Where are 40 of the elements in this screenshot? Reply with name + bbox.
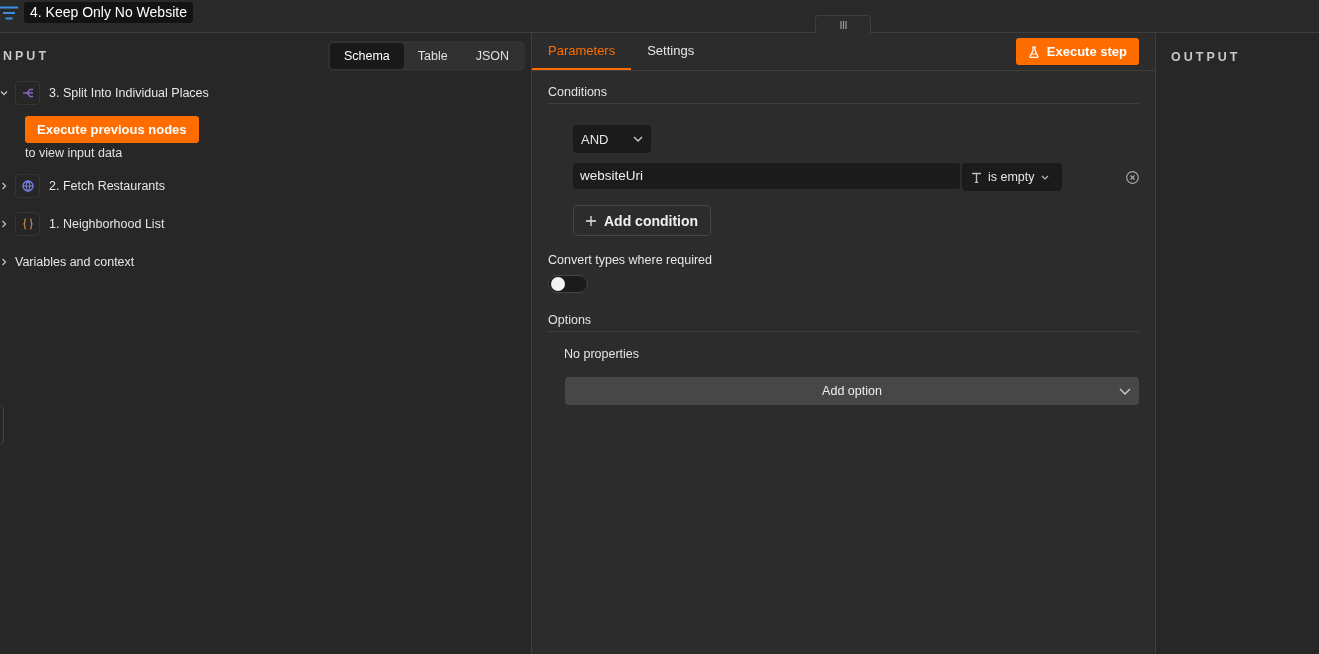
chevron-down-icon [1119, 387, 1131, 395]
add-option-select[interactable]: Add option [565, 377, 1139, 405]
node-label[interactable]: 3. Split Into Individual Places [49, 86, 209, 100]
toggle-label: Convert types where required [548, 253, 713, 267]
braces-icon [15, 212, 40, 236]
flask-icon [1027, 45, 1040, 58]
add-condition-button[interactable]: Add condition [573, 205, 712, 236]
panel-heading: NPUT [2, 48, 50, 63]
view-tab[interactable]: Table [403, 42, 462, 69]
combinator-select[interactable]: AND [573, 125, 651, 153]
filter-icon[interactable] [0, 6, 18, 20]
chevron-down-icon [633, 136, 643, 142]
chevron-icon[interactable] [0, 258, 8, 266]
chevron-down-icon [1040, 174, 1049, 180]
condition-field-input[interactable]: websiteUri [573, 163, 960, 189]
chevron-icon[interactable] [0, 182, 8, 190]
remove-condition-icon[interactable] [1126, 170, 1139, 184]
empty-text: No properties [563, 347, 641, 361]
panel-heading: OUTPUT [1170, 50, 1241, 64]
text-type-icon [971, 171, 982, 183]
node-label[interactable]: 2. Fetch Restaurants [49, 179, 166, 193]
grip-icon [839, 20, 847, 29]
node-title[interactable]: 4. Keep Only No Website [24, 2, 193, 23]
panel-drag-handle[interactable] [815, 15, 871, 33]
view-tab[interactable]: JSON [461, 42, 523, 69]
node-label[interactable]: Variables and context [15, 255, 135, 269]
convert-types-toggle[interactable] [548, 275, 588, 293]
chevron-icon[interactable] [0, 220, 8, 228]
node-label[interactable]: 1. Neighborhood List [49, 217, 165, 231]
hint-text: to view input data [25, 146, 124, 160]
globe-icon [15, 174, 40, 198]
view-tab[interactable]: Schema [329, 42, 404, 69]
section-heading: Options [548, 299, 1139, 332]
operator-select[interactable]: is empty [962, 163, 1062, 191]
fork-icon [15, 81, 40, 105]
panel-tab[interactable]: Parameters [532, 33, 632, 70]
section-heading: Conditions [548, 71, 1139, 104]
plus-icon [586, 215, 596, 226]
chevron-icon[interactable] [0, 89, 8, 97]
panel-tab[interactable]: Settings [631, 33, 711, 70]
